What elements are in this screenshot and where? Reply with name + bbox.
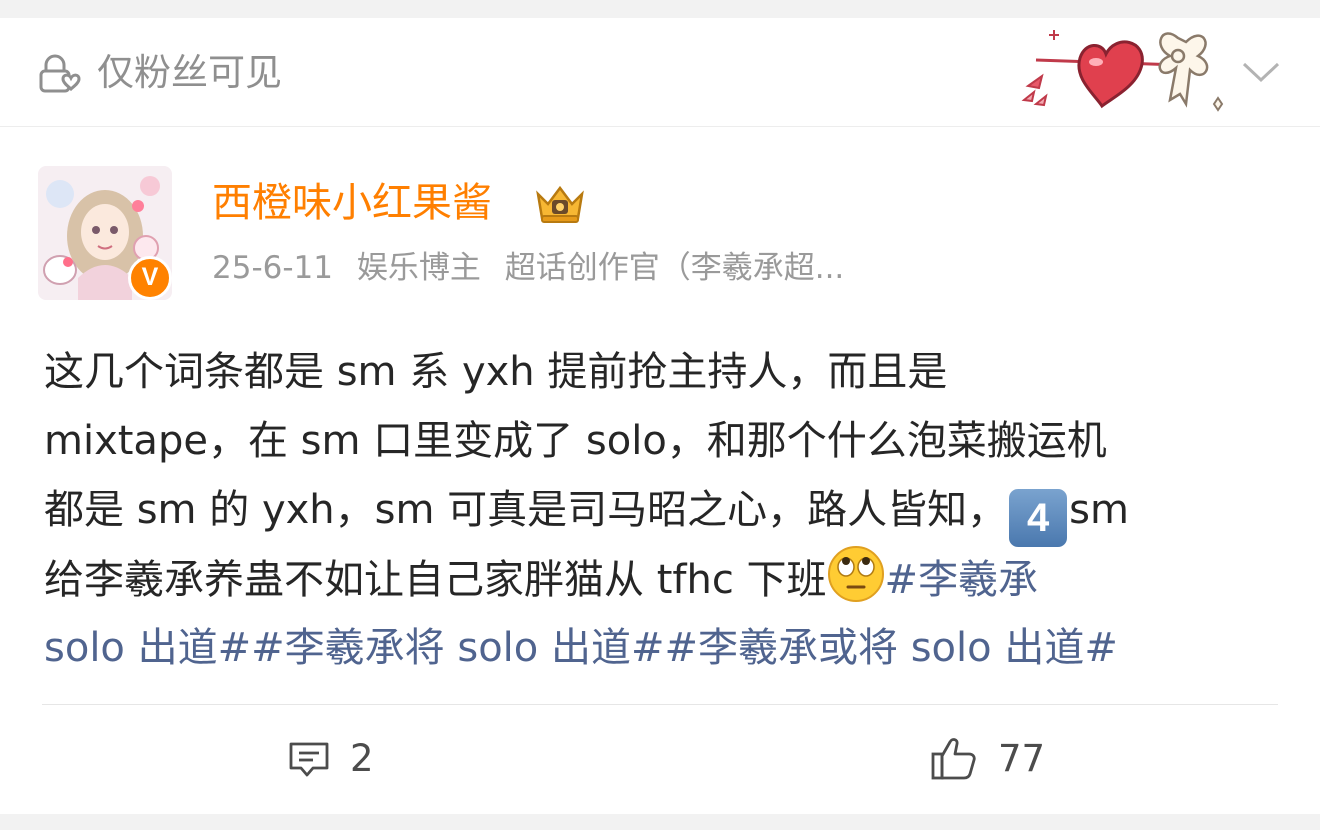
comment-count[interactable]: 2: [350, 736, 374, 782]
post-header: 仅粉丝可见: [0, 18, 1320, 127]
post-line: 给李羲承养蛊不如让自己家胖猫从 tfhc 下班 #李羲承: [44, 545, 1280, 614]
post-date: 25-6-11: [212, 250, 333, 286]
post-body: 这几个词条都是 sm 系 yxh 提前抢主持人，而且是 mixtape，在 sm…: [44, 338, 1280, 683]
post-meta: 25-6-11 娱乐博主 超话创作官（李羲承超...: [212, 248, 858, 288]
crown-icon: [536, 185, 584, 223]
verified-icon: V: [128, 256, 172, 300]
comment-icon[interactable]: [288, 740, 330, 780]
post-line: 这几个词条都是 sm 系 yxh 提前抢主持人，而且是: [44, 349, 948, 395]
divider: [42, 704, 1278, 705]
avatar[interactable]: V: [38, 166, 172, 300]
like-count[interactable]: 77: [998, 736, 1045, 782]
keycap-4-icon: 4: [1009, 489, 1068, 547]
author-tag[interactable]: 超话创作官（李羲承超...: [505, 250, 845, 286]
visibility-label: 仅粉丝可见: [97, 51, 282, 94]
author-role: 娱乐博主: [356, 250, 481, 286]
thumbs-up-icon[interactable]: [930, 734, 978, 782]
lock-heart-icon: [39, 54, 81, 93]
heart-arrow-bow-decoration: [1021, 30, 1224, 112]
author-name[interactable]: 西橙味小红果酱: [212, 178, 492, 228]
post-line: 都是 sm 的 yxh，sm 可真是司马昭之心，路人皆知， 4 sm: [44, 476, 1280, 547]
post-line: mixtape，在 sm 口里变成了 solo，和那个什么泡菜搬运机: [44, 418, 1107, 464]
eye-roll-emoji: [827, 546, 884, 602]
topic-tag-link[interactable]: #李羲承: [885, 557, 1039, 603]
topic-tag-links[interactable]: solo 出道##李羲承将 solo 出道##李羲承或将 solo 出道#: [44, 614, 1280, 683]
post-card: 仅粉丝可见 V 西橙味小红果酱 25-6-11 娱乐博主 超话创作官（李羲承超.…: [0, 18, 1320, 814]
chevron-down-icon[interactable]: [1240, 58, 1282, 86]
